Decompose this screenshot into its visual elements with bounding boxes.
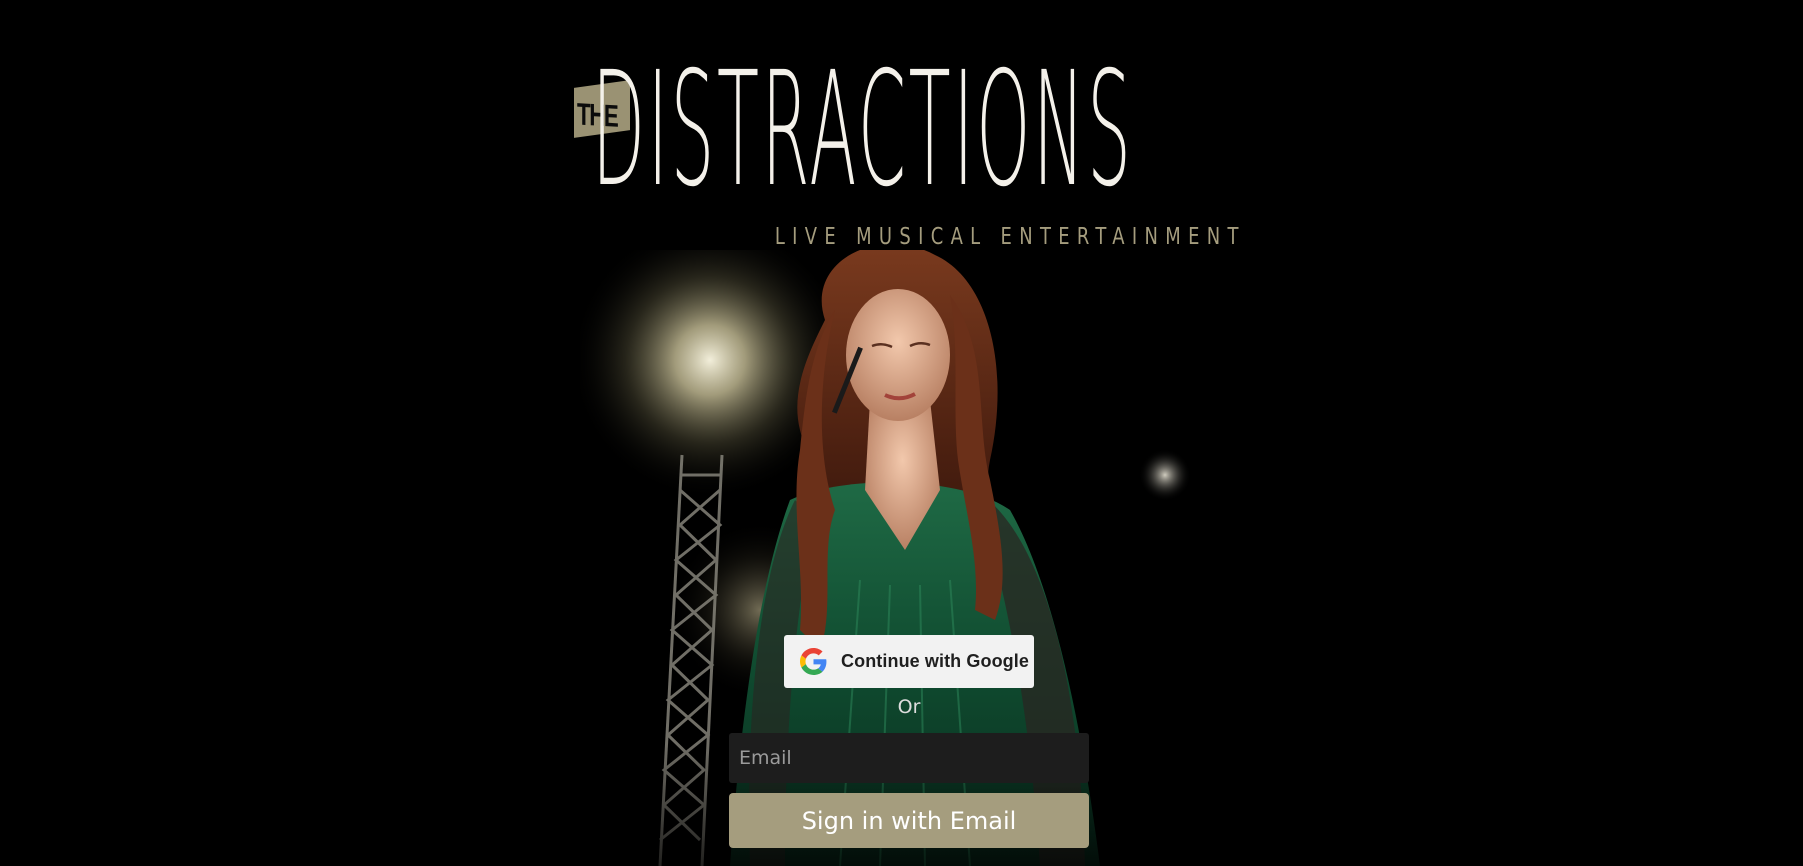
continue-with-google-button[interactable]: Continue with Google [784, 635, 1034, 688]
email-field[interactable] [729, 733, 1089, 783]
logo-tagline: LIVE MUSICAL ENTERTAINMENT [775, 224, 1246, 250]
google-g-icon [800, 648, 827, 675]
login-page: THE DISTRACTIONS LIVE MUSICAL ENTERTAINM… [0, 0, 1803, 866]
logo-wordmark: DISTRACTIONS [592, 38, 1134, 222]
google-button-label: Continue with Google [841, 651, 1029, 671]
sign-in-with-email-button[interactable]: Sign in with Email [729, 793, 1089, 848]
or-divider: Or [897, 696, 921, 718]
brand-logo: THE DISTRACTIONS LIVE MUSICAL ENTERTAINM… [572, 40, 1248, 260]
